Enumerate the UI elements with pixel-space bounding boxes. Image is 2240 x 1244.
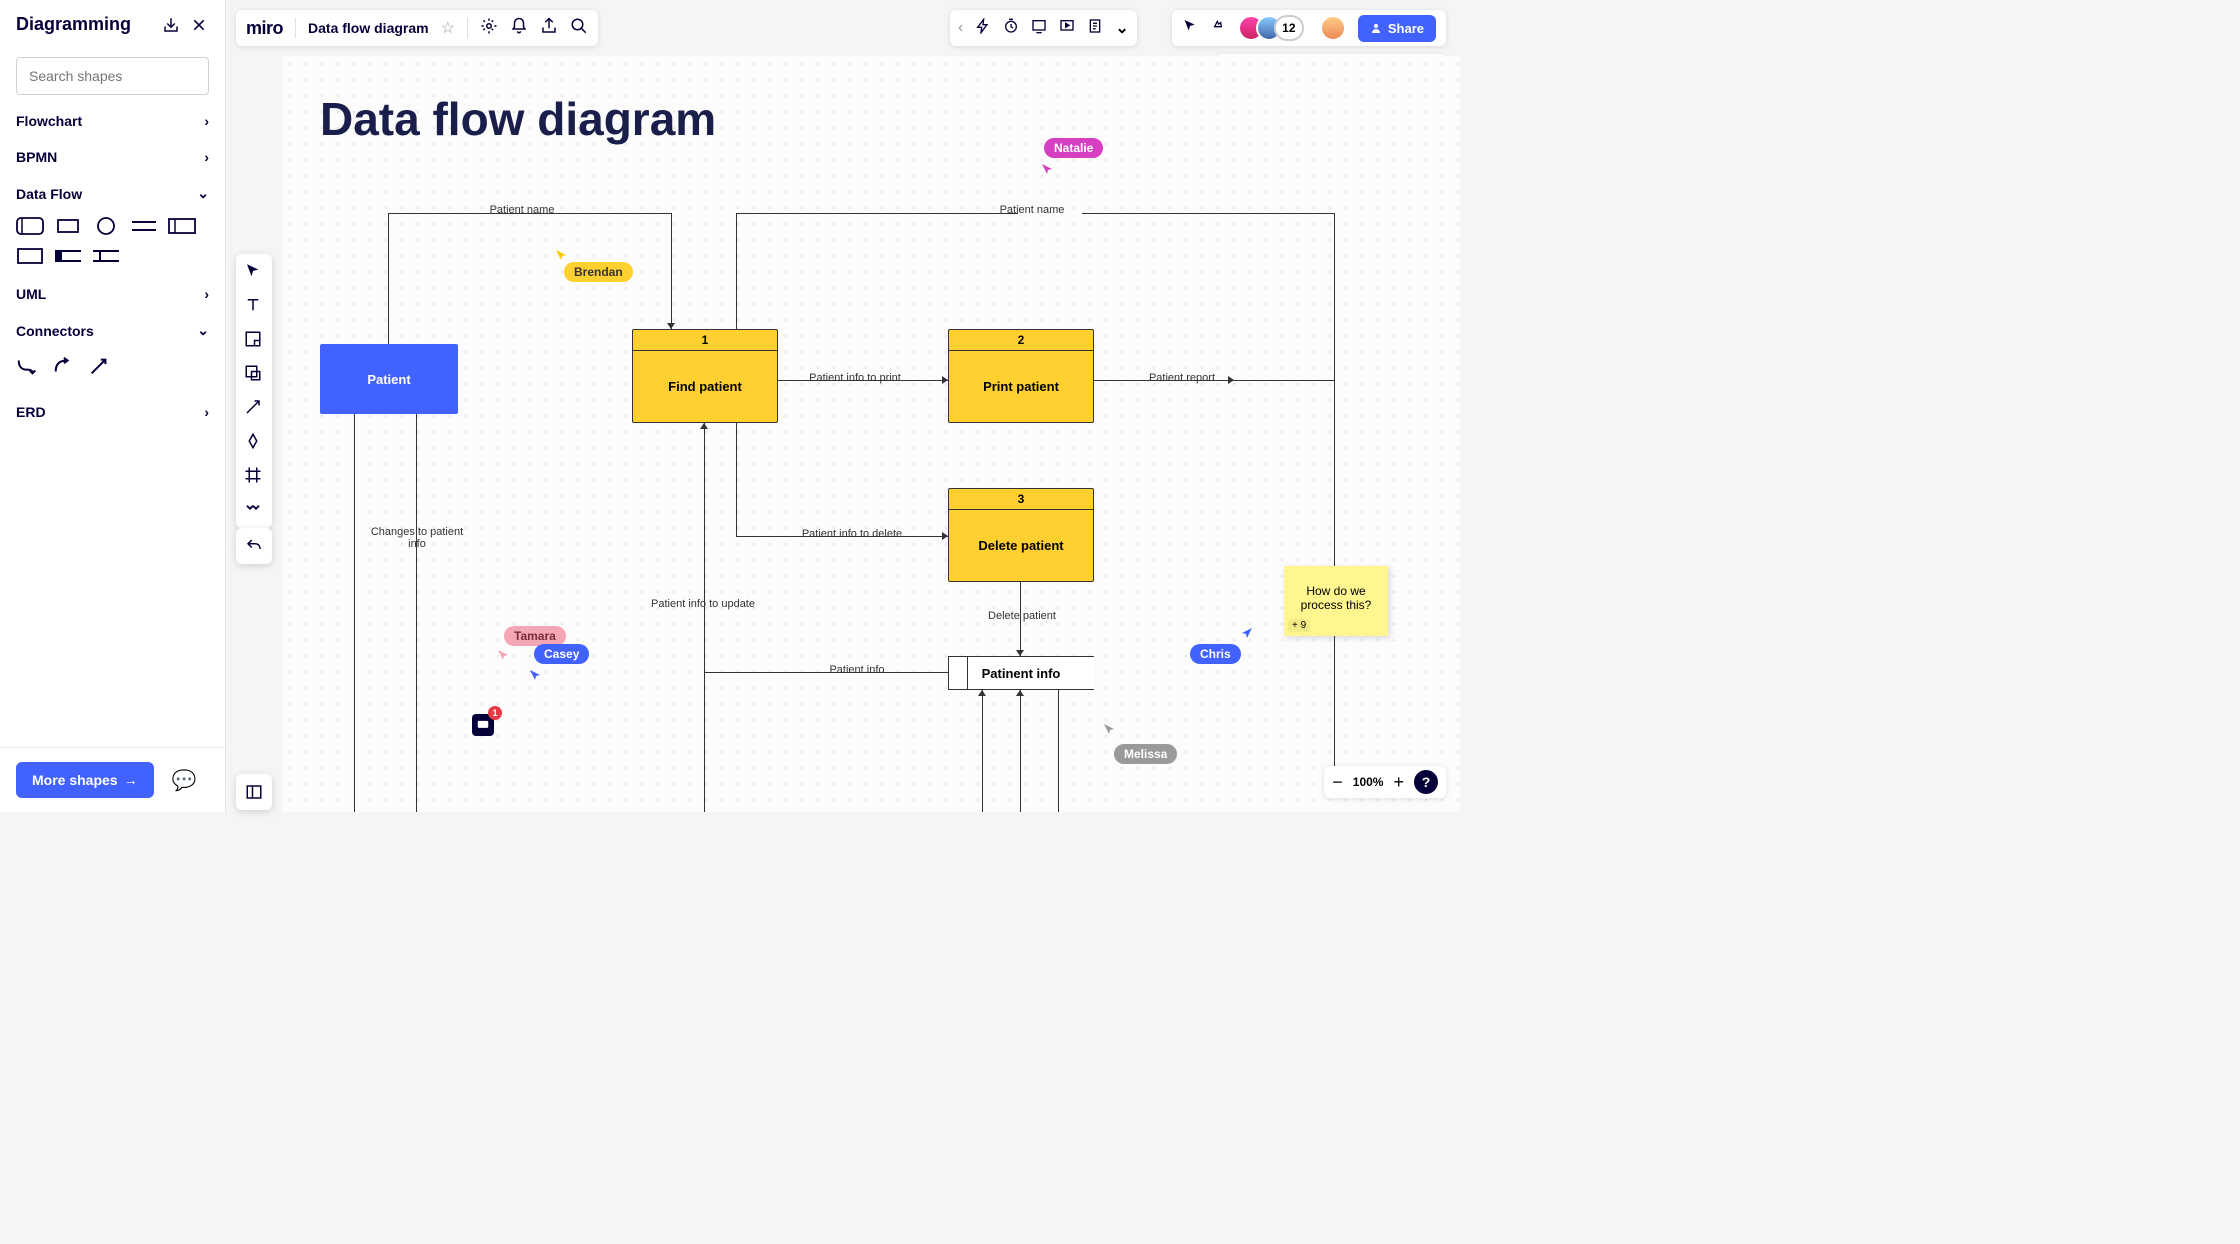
shape-parallel-lines[interactable] — [130, 216, 158, 236]
shape-circle[interactable] — [92, 216, 120, 236]
edge-label: Patient name — [972, 204, 1092, 216]
shape-rounded-rect[interactable] — [16, 216, 44, 236]
process-delete-patient[interactable]: 3Delete patient — [948, 488, 1094, 582]
shape-store-open[interactable] — [54, 246, 82, 266]
bell-icon[interactable] — [510, 17, 528, 40]
cursor-brendan: Brendan — [564, 262, 633, 282]
import-icon[interactable] — [161, 15, 181, 35]
connectors-shapes — [0, 349, 225, 394]
comment-pin[interactable]: 1 — [472, 714, 494, 736]
miro-logo[interactable]: miro — [246, 18, 283, 39]
connector-straight[interactable] — [88, 355, 110, 382]
zoom-controls: − 100% + ? — [1324, 766, 1446, 798]
connector-curve[interactable] — [52, 355, 74, 382]
cursor-chris: Chris — [1190, 644, 1241, 664]
arrow-right-icon: → — [124, 772, 138, 788]
diagram-title: Data flow diagram — [320, 92, 716, 146]
dataflow-shapes — [0, 212, 225, 276]
edge-label: Patient info — [812, 664, 902, 676]
close-icon[interactable] — [189, 15, 209, 35]
chevron-down-icon: ⌄ — [197, 322, 209, 339]
export-icon[interactable] — [540, 17, 558, 40]
pen-tool-icon[interactable] — [244, 432, 264, 452]
shape-store-open2[interactable] — [92, 246, 120, 266]
panel-header: Diagramming — [0, 0, 225, 49]
edge-label: Patient name — [462, 204, 582, 216]
cursor-casey: Casey — [534, 644, 589, 664]
process-print-patient[interactable]: 2Print patient — [948, 329, 1094, 423]
zoom-in-button[interactable]: + — [1393, 772, 1404, 793]
category-erd[interactable]: ERD› — [0, 394, 225, 430]
category-uml[interactable]: UML› — [0, 276, 225, 312]
present-play-icon[interactable] — [1059, 18, 1075, 39]
chevron-right-icon: › — [204, 286, 209, 302]
star-icon[interactable]: ☆ — [441, 18, 455, 38]
edge-label: Changes to patient info — [367, 526, 467, 550]
search-input[interactable] — [16, 57, 209, 95]
cursor-tamara: Tamara — [504, 626, 566, 646]
sticky-tool-icon[interactable] — [244, 330, 264, 350]
app-toolbar: ‹ ⌄ — [950, 10, 1137, 46]
category-flowchart[interactable]: Flowchart› — [0, 103, 225, 139]
zoom-out-button[interactable]: − — [1332, 772, 1343, 793]
edge-label: Patient info to delete — [782, 528, 922, 540]
frame-tool-icon[interactable] — [244, 466, 264, 486]
chevron-left-icon[interactable]: ‹ — [958, 19, 963, 37]
chevron-right-icon: › — [204, 404, 209, 420]
search-icon[interactable] — [570, 17, 588, 40]
connector-s-curve[interactable] — [16, 355, 38, 382]
datastore-patient-info[interactable]: Patinent info — [948, 656, 1094, 690]
shape-tool-icon[interactable] — [244, 364, 264, 384]
category-dataflow[interactable]: Data Flow⌄ — [0, 175, 225, 212]
reactions-icon[interactable] — [1210, 18, 1226, 39]
chevron-right-icon: › — [204, 113, 209, 129]
present-basic-icon[interactable] — [1031, 18, 1047, 39]
collab-toolbar: 12 Share — [1172, 10, 1446, 46]
help-button[interactable]: ? — [1414, 770, 1438, 794]
board-header: miro Data flow diagram ☆ — [236, 10, 598, 46]
more-icon[interactable]: ⌄ — [1115, 18, 1128, 38]
category-connectors[interactable]: Connectors⌄ — [0, 312, 225, 349]
board-name[interactable]: Data flow diagram — [308, 20, 429, 36]
shape-rect-small[interactable] — [54, 216, 82, 236]
bolt-icon[interactable] — [975, 18, 991, 39]
cursor-melissa: Melissa — [1114, 744, 1177, 764]
avatar-count: 12 — [1274, 15, 1304, 41]
process-find-patient[interactable]: 1Find patient — [632, 329, 778, 423]
zoom-level[interactable]: 100% — [1353, 775, 1384, 789]
panel-title: Diagramming — [16, 14, 131, 35]
sticky-note[interactable]: How do we process this? + 9 — [1284, 566, 1388, 636]
arrow-tool-icon[interactable] — [244, 398, 264, 418]
timer-icon[interactable] — [1003, 18, 1019, 39]
edge-label: Delete patient — [977, 610, 1067, 622]
settings-icon[interactable] — [480, 17, 498, 40]
tool-strip — [236, 254, 272, 528]
chevron-right-icon: › — [204, 149, 209, 165]
more-shapes-button[interactable]: More shapes→ — [16, 762, 154, 798]
hide-panel-button[interactable] — [236, 774, 272, 810]
self-avatar[interactable] — [1320, 15, 1346, 41]
entity-patient[interactable]: Patient — [320, 344, 458, 414]
sticky-badge: + 9 — [1288, 619, 1310, 632]
edge-label: Patient report — [1132, 372, 1232, 384]
cursor-icon[interactable] — [1182, 18, 1198, 39]
shape-datastore[interactable] — [168, 216, 196, 236]
avatar-stack[interactable]: 12 — [1238, 15, 1304, 41]
share-button[interactable]: Share — [1358, 15, 1436, 42]
edge-label: Patient info to update — [618, 598, 788, 610]
feedback-icon[interactable]: 💬 — [172, 768, 197, 793]
undo-button[interactable] — [236, 528, 272, 564]
shape-rect[interactable] — [16, 246, 44, 266]
text-tool-icon[interactable] — [244, 296, 264, 316]
notes-icon[interactable] — [1087, 18, 1103, 39]
chevron-down-icon: ⌄ — [197, 185, 209, 202]
canvas[interactable]: Data flow diagram Patient 1Find patient … — [282, 56, 1460, 812]
shapes-panel: Diagramming Flowchart› BPMN› Data Flow⌄ … — [0, 0, 226, 812]
cursor-natalie: Natalie — [1044, 138, 1103, 158]
select-tool-icon[interactable] — [244, 262, 264, 282]
more-tools-icon[interactable] — [244, 500, 264, 520]
comment-count: 1 — [488, 706, 502, 720]
edge-label: Patient info to print — [790, 372, 920, 384]
category-bpmn[interactable]: BPMN› — [0, 139, 225, 175]
